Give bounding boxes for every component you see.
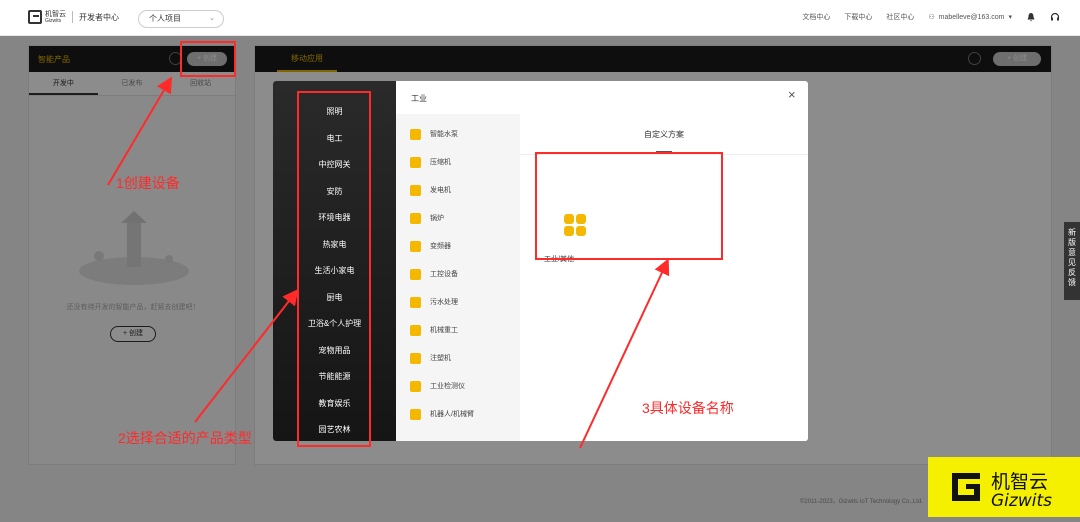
- watermark-cn: 机智云: [991, 471, 1049, 493]
- gizwits-logo-icon: [952, 473, 980, 501]
- annotation-step3: 3具体设备名称: [642, 400, 734, 416]
- annotation-step1: 1创建设备: [116, 175, 180, 191]
- annotation-step2: 2选择合适的产品类型: [118, 430, 252, 446]
- watermark-en: Gizwits: [991, 491, 1052, 511]
- gizwits-watermark: 机智云 Gizwits: [928, 457, 1080, 517]
